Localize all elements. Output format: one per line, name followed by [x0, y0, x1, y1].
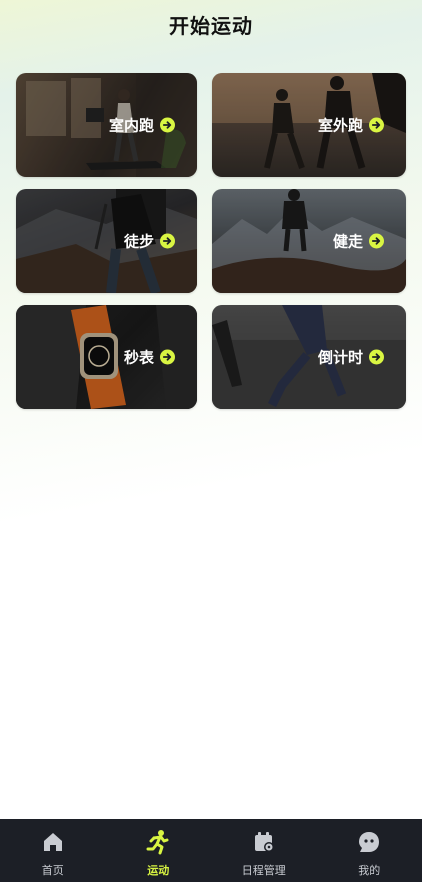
arrow-right-icon: [160, 233, 175, 249]
tab-label: 运动: [147, 864, 170, 877]
arrow-right-icon: [160, 349, 175, 365]
sport-card-walking[interactable]: 健走: [212, 189, 406, 293]
tab-profile[interactable]: 我的: [317, 819, 422, 882]
sport-label: 秒表: [124, 347, 175, 368]
arrow-right-icon: [369, 233, 384, 249]
running-icon: [145, 829, 171, 855]
arrow-right-icon: [369, 349, 384, 365]
arrow-right-icon: [160, 117, 175, 133]
tab-label: 我的: [358, 864, 381, 877]
arrow-right-icon: [369, 117, 384, 133]
sport-card-hiking[interactable]: 徒步: [16, 189, 197, 293]
page-title: 开始运动: [169, 14, 253, 38]
tab-label: 首页: [41, 864, 64, 877]
schedule-icon: [251, 829, 277, 855]
sport-label: 室外跑: [318, 115, 384, 136]
tab-home[interactable]: 首页: [0, 819, 106, 882]
sport-label: 健走: [333, 231, 384, 252]
sport-card-outdoor-run[interactable]: 室外跑: [212, 73, 406, 177]
home-icon: [40, 829, 66, 855]
sport-grid: 室内跑 室外跑 徒步 健走 秒表 倒计时: [16, 73, 406, 409]
tab-schedule[interactable]: 日程管理: [211, 819, 317, 882]
tab-label: 日程管理: [241, 864, 286, 877]
bottom-tab-bar: 首页 运动 日程管理 我的: [0, 819, 422, 882]
tab-sport[interactable]: 运动: [106, 819, 212, 882]
sport-card-countdown[interactable]: 倒计时: [212, 305, 406, 409]
sport-label: 徒步: [124, 231, 175, 252]
sport-label: 室内跑: [109, 115, 175, 136]
sport-card-indoor-run[interactable]: 室内跑: [16, 73, 197, 177]
sport-label: 倒计时: [318, 347, 384, 368]
sport-card-stopwatch[interactable]: 秒表: [16, 305, 197, 409]
profile-icon: [356, 829, 382, 855]
